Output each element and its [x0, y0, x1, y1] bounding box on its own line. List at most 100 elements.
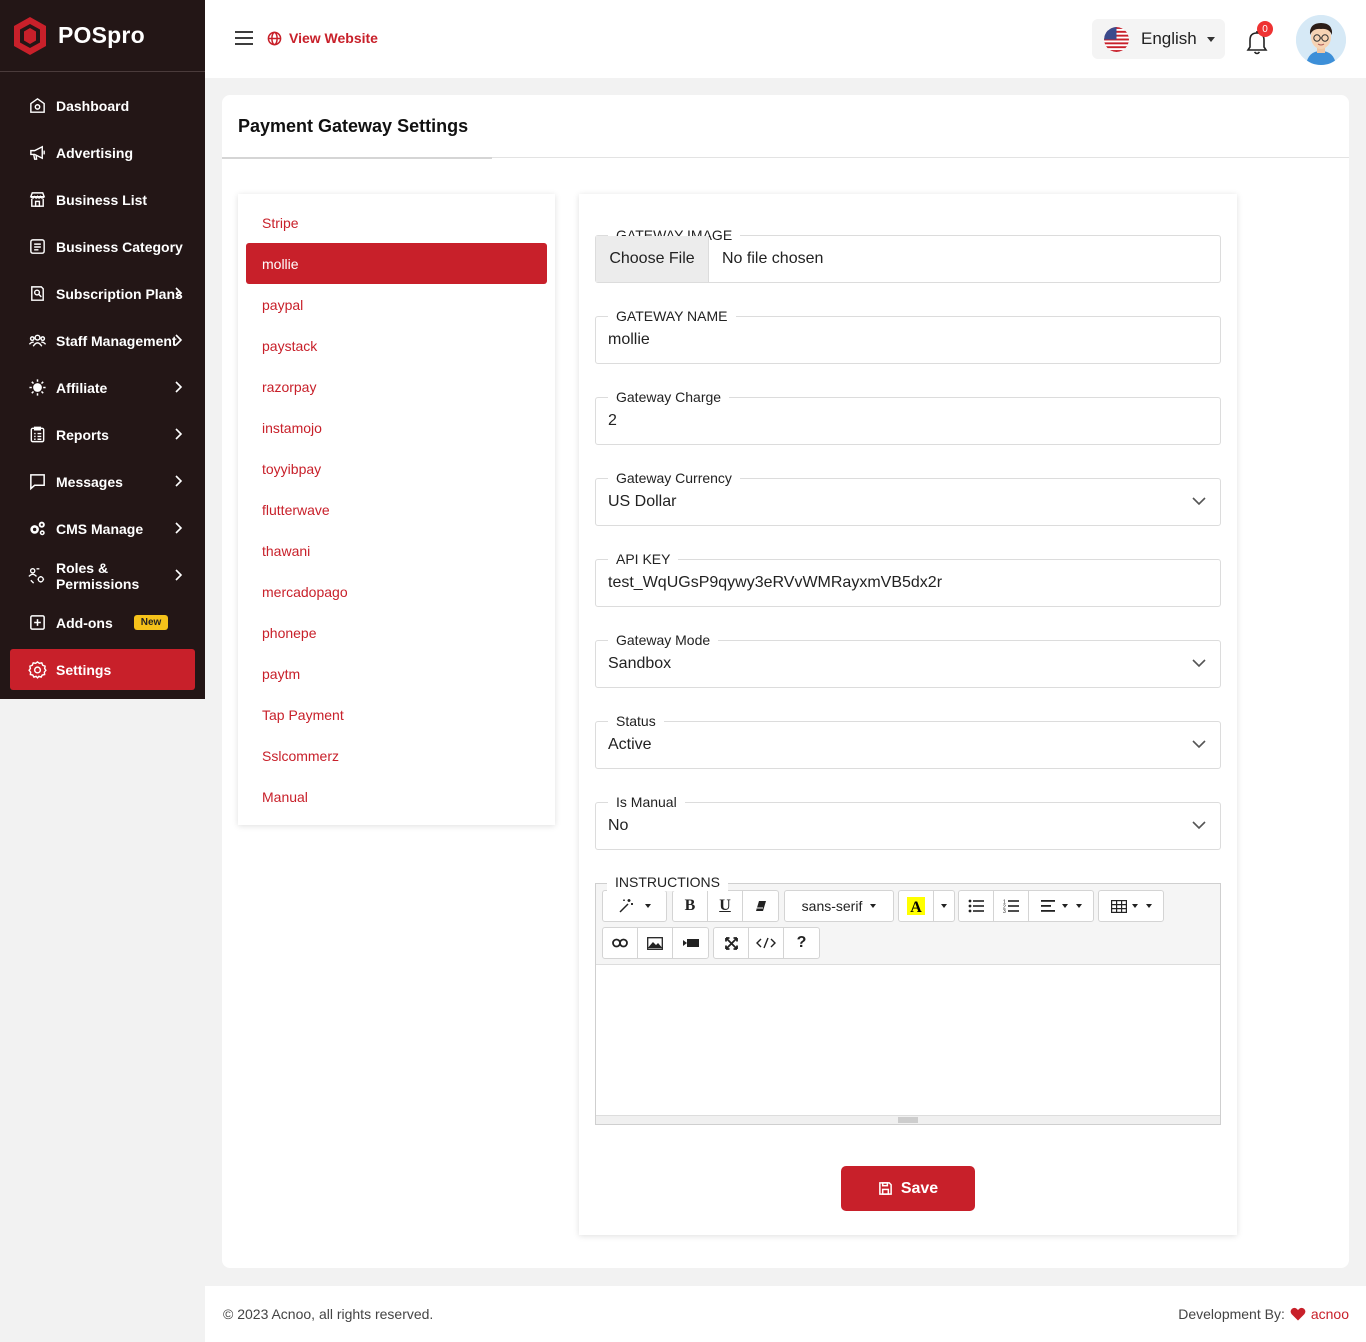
gateway-name-label: GATEWAY NAME [608, 307, 736, 325]
chevron-right-icon [175, 569, 183, 581]
font-family-value: sans-serif [801, 898, 863, 914]
bullet-list-icon [968, 899, 984, 913]
hamburger-menu-icon[interactable] [234, 29, 254, 47]
ordered-list-button[interactable]: 123 [994, 891, 1029, 921]
gateway-item-tap-payment[interactable]: Tap Payment [246, 694, 547, 735]
table-icon [1110, 899, 1127, 913]
bold-button[interactable]: B [673, 891, 708, 921]
sidebar-item-subscription-plans[interactable]: Subscription Plans [10, 273, 195, 314]
sidebar-item-label: Reports [56, 426, 109, 443]
sidebar-item-staff-management[interactable]: Staff Management [10, 320, 195, 361]
gateway-item-stripe[interactable]: Stripe [246, 202, 547, 243]
gateway-item-flutterwave[interactable]: flutterwave [246, 489, 547, 530]
language-selector[interactable]: English [1092, 19, 1225, 59]
gateway-item-thawani[interactable]: thawani [246, 530, 547, 571]
font-color-button[interactable]: A [899, 891, 934, 921]
gateway-item-paytm[interactable]: paytm [246, 653, 547, 694]
paragraph-align-dropdown[interactable] [1029, 891, 1093, 921]
brand[interactable]: POSpro [0, 0, 205, 72]
gateway-item-sslcommerz[interactable]: Sslcommerz [246, 735, 547, 776]
gateway-mode-label: Gateway Mode [608, 631, 719, 649]
font-family-dropdown[interactable]: sans-serif [785, 891, 893, 921]
view-website-link[interactable]: View Website [267, 30, 378, 46]
language-label: English [1141, 29, 1197, 48]
gateway-item-phonepe[interactable]: phonepe [246, 612, 547, 653]
gateway-item-paypal[interactable]: paypal [246, 284, 547, 325]
gateway-item-paystack[interactable]: paystack [246, 325, 547, 366]
api-key-input[interactable]: API KEY test_WqUGsP9qywy3eRVvWMRayxmVB5d… [595, 550, 1221, 607]
sidebar-item-advertising[interactable]: Advertising [10, 132, 195, 173]
fullscreen-icon [724, 936, 738, 950]
sidebar-item-label: Add-ons [56, 614, 113, 631]
sidebar-item-roles-permissions[interactable]: Roles & Permissions [10, 555, 195, 596]
help-button[interactable]: ? [784, 928, 819, 958]
gateway-item-razorpay[interactable]: razorpay [246, 366, 547, 407]
store-icon [27, 190, 47, 210]
status-value: Active [608, 736, 652, 753]
gateway-item-manual[interactable]: Manual [246, 776, 547, 817]
caret-down-icon [645, 904, 651, 908]
sidebar-item-label: CMS Manage [56, 520, 144, 537]
save-label: Save [900, 1179, 939, 1197]
gateway-currency-select[interactable]: Gateway Currency US Dollar [595, 469, 1221, 526]
copyright-text: © 2023 Acnoo, all rights reserved. [223, 1306, 434, 1322]
insert-link-button[interactable] [603, 928, 638, 958]
sidebar-item-affiliate[interactable]: Affiliate [10, 367, 195, 408]
unordered-list-button[interactable] [959, 891, 994, 921]
is-manual-select[interactable]: Is Manual No [595, 793, 1221, 850]
editor-resize-handle[interactable] [596, 1115, 1220, 1124]
notification-count-badge: 0 [1257, 21, 1273, 37]
sidebar-item-label: Affiliate [56, 379, 108, 396]
style-group [602, 890, 667, 922]
instructions-textarea[interactable] [596, 965, 1220, 1115]
sidebar-item-business-list[interactable]: Business List [10, 179, 195, 220]
floppy-disk-icon [878, 1182, 892, 1195]
status-select[interactable]: Status Active [595, 712, 1221, 769]
gateway-mode-select[interactable]: Gateway Mode Sandbox [595, 631, 1221, 688]
sidebar-item-messages[interactable]: Messages [10, 461, 195, 502]
chevron-right-icon [175, 475, 183, 487]
insert-picture-button[interactable] [638, 928, 673, 958]
insert-video-button[interactable] [673, 928, 708, 958]
sidebar-item-cms-manage[interactable]: CMS Manage [10, 508, 195, 549]
sidebar-item-settings[interactable]: Settings [10, 649, 195, 690]
gateway-item-mollie[interactable]: mollie [246, 243, 547, 284]
clear-format-button[interactable] [743, 891, 778, 921]
sidebar-item-label: Settings [56, 661, 112, 678]
top-header: View Website English 0 [205, 0, 1366, 78]
table-group [1098, 890, 1164, 922]
gateway-form: GATEWAY IMAGE Choose File No file chosen… [579, 194, 1237, 1235]
font-color-dropdown[interactable] [934, 891, 954, 921]
category-icon [27, 237, 47, 257]
save-button[interactable]: Save [841, 1166, 975, 1211]
footer-credit: Development By: acnoo [1178, 1306, 1349, 1322]
sidebar-item-reports[interactable]: Reports [10, 414, 195, 455]
sidebar-item-label: Business List [56, 191, 148, 208]
fullscreen-button[interactable] [714, 928, 749, 958]
gateway-item-instamojo[interactable]: instamojo [246, 407, 547, 448]
gateway-item-toyyibpay[interactable]: toyyibpay [246, 448, 547, 489]
sidebar-item-add-ons[interactable]: Add-ons New [10, 602, 195, 643]
user-avatar[interactable] [1296, 15, 1346, 65]
underline-button[interactable]: U [708, 891, 743, 921]
caret-down-icon [1075, 904, 1082, 908]
gateway-charge-input[interactable]: Gateway Charge 2 [595, 388, 1221, 445]
style-magic-button[interactable] [603, 891, 666, 921]
file-status-text: No file chosen [722, 250, 824, 267]
settings-gear-icon [27, 660, 47, 680]
sidebar-item-dashboard[interactable]: Dashboard [10, 85, 195, 126]
code-view-button[interactable] [749, 928, 784, 958]
developer-link[interactable]: acnoo [1311, 1306, 1349, 1322]
video-icon [682, 939, 699, 947]
gateway-item-mercadopago[interactable]: mercadopago [246, 571, 547, 612]
gateway-name-input[interactable]: GATEWAY NAME mollie [595, 307, 1221, 364]
users-icon [27, 331, 47, 351]
table-dropdown[interactable] [1099, 891, 1163, 921]
svg-text:3: 3 [1003, 909, 1006, 913]
sidebar-item-business-category[interactable]: Business Category [10, 226, 195, 267]
status-label: Status [608, 712, 664, 730]
sidebar-item-label: Messages [56, 473, 123, 490]
gateway-image-field[interactable]: GATEWAY IMAGE Choose File No file chosen [595, 226, 1221, 283]
caret-down-icon [870, 904, 877, 908]
choose-file-button[interactable]: Choose File [596, 236, 709, 282]
